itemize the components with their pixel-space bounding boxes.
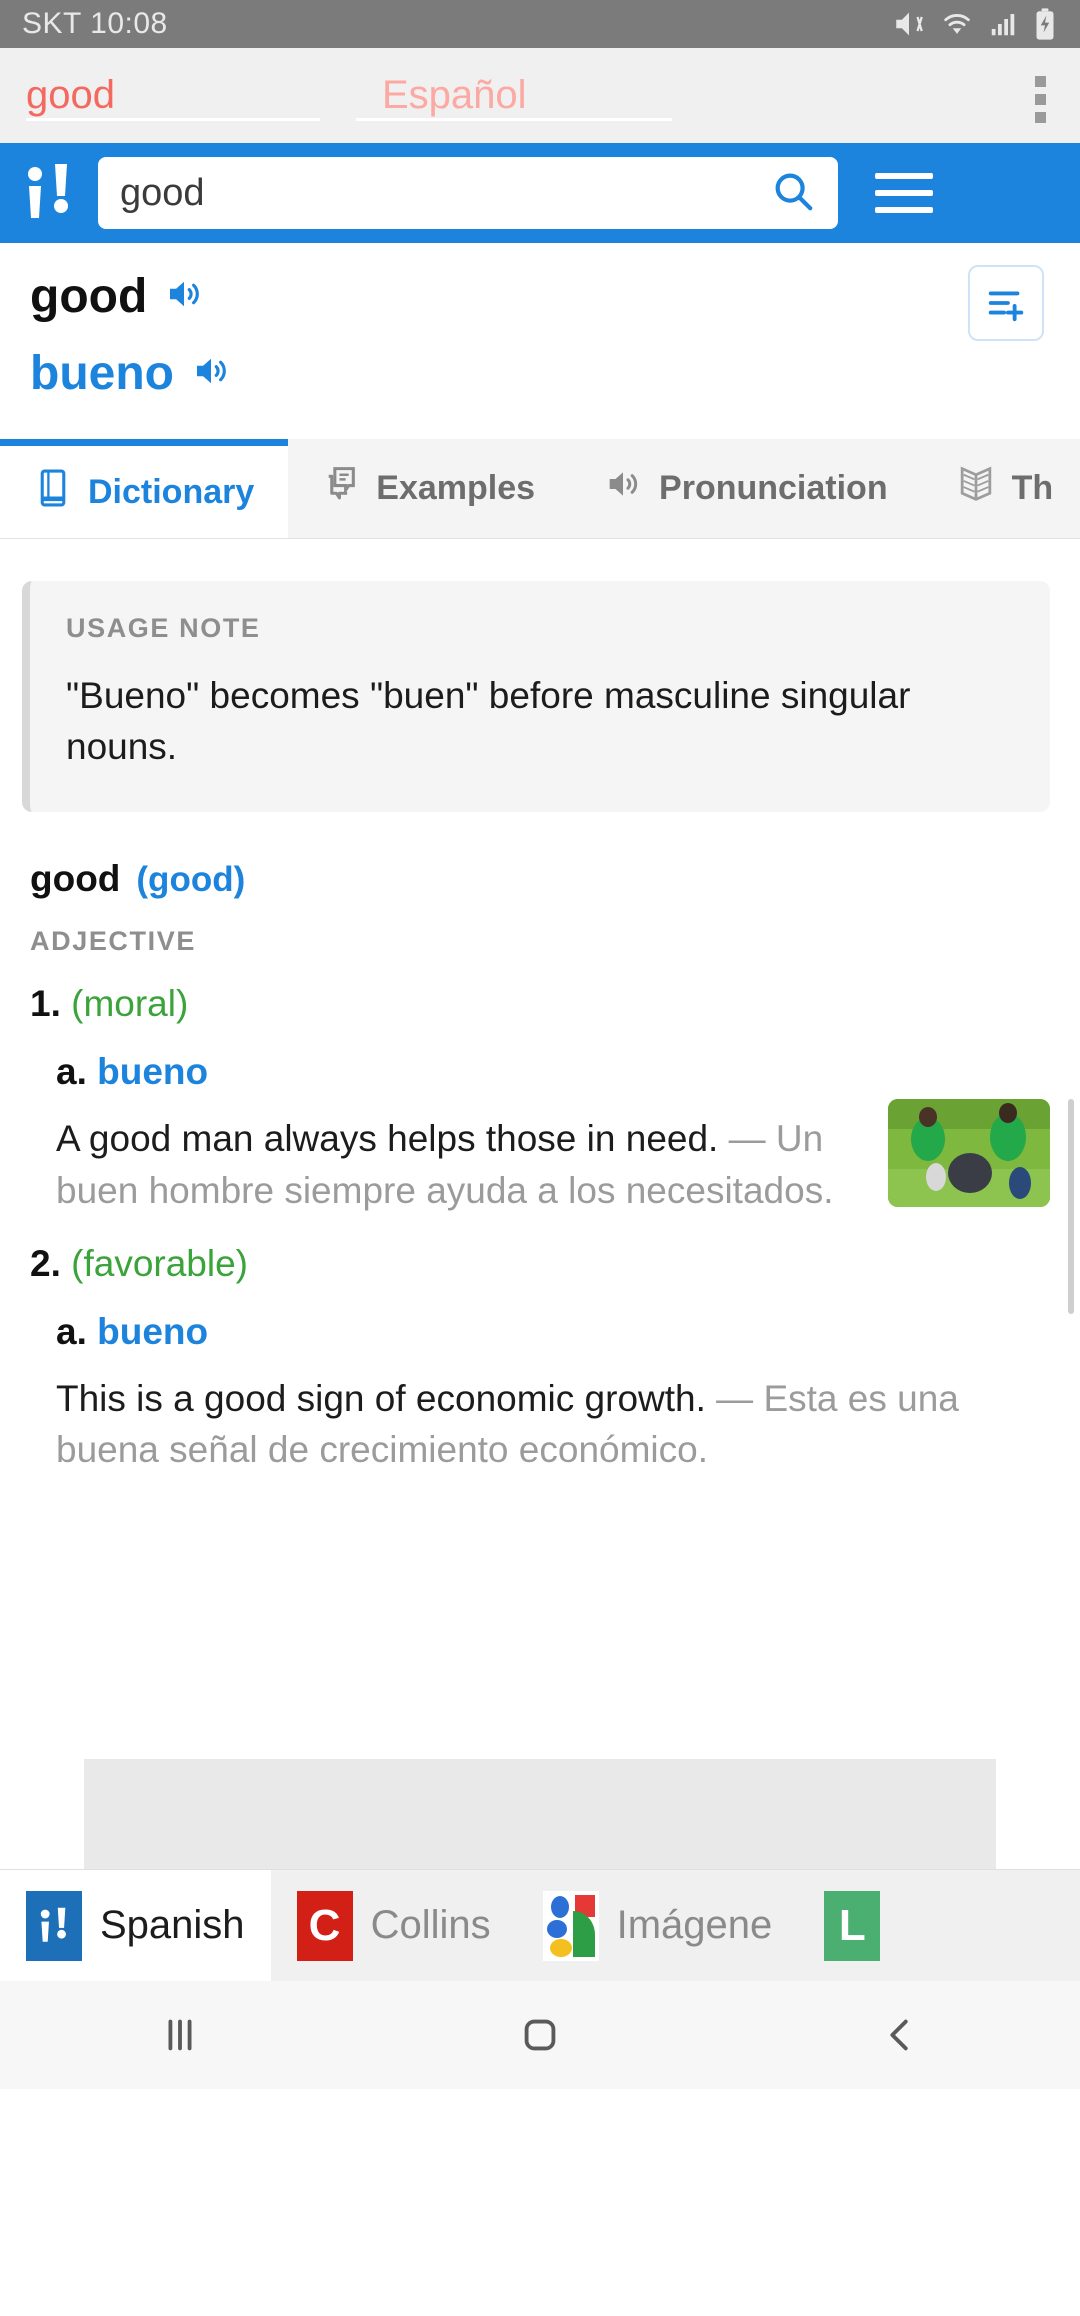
hamburger-line [874,173,933,179]
headword-block: good bueno [0,243,1080,401]
speaker-icon[interactable] [163,273,205,320]
tab-underline [356,118,672,121]
app-header [0,143,1080,243]
battery-charging-icon [1032,7,1058,41]
tab-thesaurus[interactable]: Th [922,439,1080,538]
app-tab-imagenes[interactable]: Imágene [517,1870,799,1981]
tab-label: Th [1011,469,1054,507]
sense-header: 2. (favorable) [30,1243,1050,1285]
signal-icon [988,9,1018,39]
translation-letter: a. [56,1051,87,1093]
kebab-menu-icon[interactable] [1035,76,1046,123]
browser-tab-espanol[interactable]: Español [356,48,686,143]
example-dash: — [728,1118,766,1160]
entry-word: good [30,858,121,900]
app-tab-spanish[interactable]: Spanish [0,1870,271,1981]
entry-pronunciation[interactable]: (good) [136,860,245,900]
sense-number: 2. [30,1242,61,1284]
recents-icon[interactable] [157,2012,203,2058]
translation-row: a. bueno [30,1051,1050,1093]
android-nav-bar [0,1981,1080,2089]
sense-block: 2. (favorable) a. bueno This is a good s… [30,1243,1050,1477]
google-images-logo [542,1890,599,1961]
tab-underline [26,118,320,121]
entry-content[interactable]: USAGE NOTE "Bueno" becomes "buen" before… [0,539,1080,1869]
entry-header: good (good) [30,858,1050,900]
book-icon [34,468,72,517]
usage-note-label: USAGE NOTE [66,613,261,643]
status-bar: SKT 10:08 [0,0,1080,48]
app-tab-label: Spanish [100,1903,245,1947]
wifi-icon [940,7,974,41]
home-icon[interactable] [517,2012,563,2058]
status-icons [892,7,1058,41]
translation-word[interactable]: bueno [97,1311,208,1352]
browser-tab-label: Español [382,73,527,117]
browser-tab-good[interactable]: good [0,48,330,143]
usage-note-card: USAGE NOTE "Bueno" becomes "buen" before… [22,581,1050,813]
headword-spanish-row: bueno [30,324,1050,401]
collins-logo: C [296,1890,353,1961]
kebab-dot [1035,76,1046,87]
tab-label: Pronunciation [659,469,888,507]
sense-context: (favorable) [71,1242,248,1284]
translation-word[interactable]: bueno [97,1051,208,1092]
speaker-icon[interactable] [190,350,232,397]
app-tab-label: Imágene [616,1903,773,1947]
kebab-dot [1035,94,1046,105]
sense-block: 1. (moral) a. bueno A good man always he… [30,983,1050,1217]
hamburger-menu-icon[interactable] [856,173,951,213]
search-box[interactable] [98,157,838,229]
ad-placeholder [84,1759,996,1869]
browser-tab-label: good [26,73,115,117]
tab-pronunciation[interactable]: Pronunciation [569,439,922,538]
tab-label: Examples [376,469,536,507]
add-to-list-icon[interactable] [968,265,1044,341]
spanishdict-logo[interactable] [18,160,80,226]
app-tab-label: Collins [370,1903,491,1947]
tab-dictionary[interactable]: Dictionary [0,439,289,538]
tab-examples[interactable]: Examples [288,439,569,538]
sense-number: 1. [30,983,61,1025]
headword-spanish: bueno [30,347,174,400]
headword-english-row: good [30,269,1050,324]
dictionary-entry: good (good) ADJECTIVE 1. (moral) a. buen… [0,812,1080,1476]
hamburger-line [874,207,933,213]
browser-tab-strip: good Español [0,48,1080,143]
status-carrier-time: SKT 10:08 [22,7,168,41]
back-icon[interactable] [877,2012,923,2058]
page-scrollbar[interactable] [1068,1099,1074,1314]
app-switcher-bar: Spanish C Collins Imágene L [0,1869,1080,1981]
example-dash: — [716,1377,754,1419]
translation-row: a. bueno [30,1311,1050,1353]
app-tab-linguee[interactable]: L [798,1870,906,1981]
carrier-time-label: SKT 10:08 [22,7,168,40]
example-sentence: This is a good sign of economic growth. … [30,1373,1050,1477]
example-english: A good man always helps those in need. [56,1118,719,1160]
chat-bubbles-icon [322,464,360,513]
example-english: This is a good sign of economic growth. [56,1377,706,1419]
example-thumbnail[interactable] [888,1099,1050,1208]
translation-letter: a. [56,1310,87,1352]
app-tab-collins[interactable]: C Collins [271,1870,517,1981]
example-sentence: A good man always helps those in need. —… [30,1113,870,1217]
usage-note-text: "Bueno" becomes "buen" before masculine … [66,675,911,768]
linguee-logo: L [824,1890,881,1961]
speaker-icon [603,464,643,513]
thesaurus-book-icon [956,464,996,513]
tab-label: Dictionary [88,472,255,511]
hamburger-line [874,190,933,196]
spanishdict-logo [26,1890,82,1961]
search-input[interactable] [120,171,770,215]
example-with-thumbnail: A good man always helps those in need. —… [30,1093,1050,1217]
kebab-dot [1035,112,1046,123]
section-tab-bar: Dictionary Examples Pronunciation Th [0,439,1080,539]
search-icon[interactable] [770,168,816,219]
part-of-speech: ADJECTIVE [30,926,196,957]
mute-icon [892,7,926,41]
headword-english: good [30,270,148,323]
sense-header: 1. (moral) [30,983,1050,1025]
sense-context: (moral) [71,983,189,1025]
